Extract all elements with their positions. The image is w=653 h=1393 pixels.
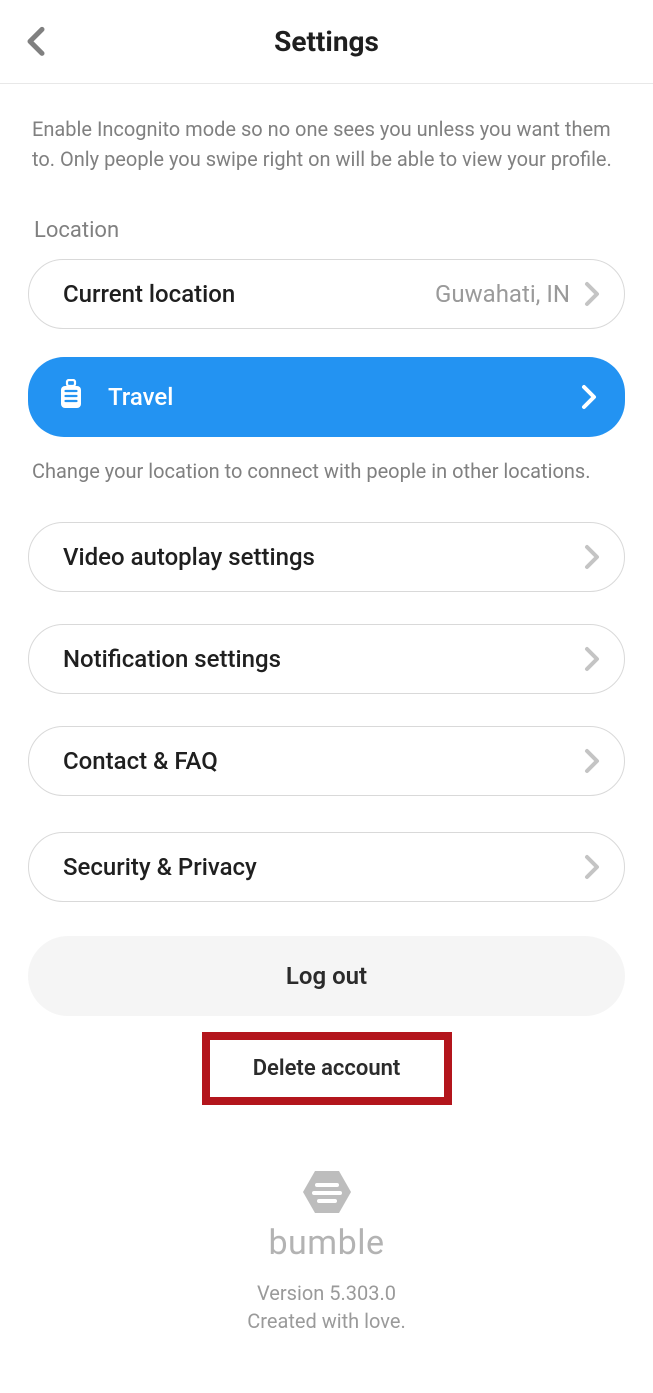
chevron-right-icon <box>581 384 597 410</box>
created-with-love-text: Created with love. <box>0 1309 653 1333</box>
header-bar: Settings <box>0 0 653 84</box>
security-privacy-label: Security & Privacy <box>63 853 584 881</box>
brand-name: bumble <box>0 1223 653 1263</box>
contact-faq-label: Contact & FAQ <box>63 747 584 775</box>
current-location-value: Guwahati, IN <box>435 280 570 308</box>
current-location-label: Current location <box>63 280 435 308</box>
chevron-right-icon <box>584 646 600 672</box>
travel-description: Change your location to connect with peo… <box>0 437 653 486</box>
chevron-right-icon <box>584 854 600 880</box>
delete-account-label: Delete account <box>253 1056 401 1081</box>
luggage-icon <box>58 379 84 415</box>
incognito-description: Enable Incognito mode so no one sees you… <box>0 84 653 174</box>
page-title: Settings <box>274 25 379 58</box>
location-section-label: Location <box>0 174 653 243</box>
security-privacy-row[interactable]: Security & Privacy <box>28 832 625 902</box>
contact-faq-row[interactable]: Contact & FAQ <box>28 726 625 796</box>
delete-account-button[interactable]: Delete account <box>202 1032 452 1105</box>
chevron-right-icon <box>584 281 600 307</box>
current-location-row[interactable]: Current location Guwahati, IN <box>28 259 625 329</box>
chevron-right-icon <box>584 748 600 774</box>
version-text: Version 5.303.0 <box>0 1281 653 1305</box>
travel-label: Travel <box>108 383 581 411</box>
brand-logo-icon <box>0 1169 653 1219</box>
video-autoplay-row[interactable]: Video autoplay settings <box>28 522 625 592</box>
chevron-left-icon <box>26 25 46 57</box>
video-autoplay-label: Video autoplay settings <box>63 543 584 571</box>
footer: bumble Version 5.303.0 Created with love… <box>0 1169 653 1333</box>
logout-label: Log out <box>286 962 367 990</box>
notification-settings-label: Notification settings <box>63 645 584 673</box>
logout-button[interactable]: Log out <box>28 936 625 1016</box>
chevron-right-icon <box>584 544 600 570</box>
notification-settings-row[interactable]: Notification settings <box>28 624 625 694</box>
back-button[interactable] <box>26 25 46 57</box>
travel-row[interactable]: Travel <box>28 357 625 437</box>
